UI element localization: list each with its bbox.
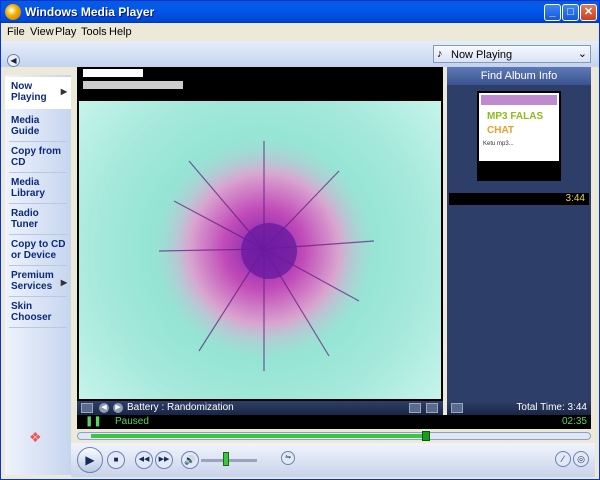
media-player-logo-icon [5,4,21,20]
album-art-line2: CHAT [487,125,515,136]
stop-button[interactable]: ■ [107,451,125,469]
windows-logo-icon: ❖ [29,429,42,445]
divider [9,296,67,297]
wmp-window: Windows Media Player _ □ ✕ File View Pla… [0,0,600,480]
volume-thumb[interactable] [223,452,229,466]
redacted-art-strip [477,163,561,181]
taskbar-media-library-label: Media Library [11,177,45,199]
divider [9,234,67,235]
seek-thumb[interactable] [422,431,430,441]
visualization-name: Battery : Randomization [127,402,234,413]
window-title: Windows Media Player [25,5,155,19]
volume-track[interactable] [201,459,257,462]
maximize-button[interactable]: □ [562,4,579,21]
close-button[interactable]: ✕ [580,4,597,21]
seek-fill [91,434,426,438]
features-taskbar: Now Playing ▶ Media Guide Copy from CD M… [5,75,71,475]
total-time: Total Time: 3:44 [516,402,587,413]
previous-track-button[interactable]: ◀◀ [135,451,153,469]
back-arrow-icon[interactable]: ◀ [7,54,20,67]
fullscreen-toggle-icon[interactable] [81,403,93,413]
album-art-line3: Ketu mp3... [483,141,514,147]
album-art: MP3 FALAS CHAT Ketu mp3... [477,91,561,163]
playlist-options-icon[interactable] [451,403,463,413]
menu-file[interactable]: File [7,26,25,38]
taskbar-premium-services[interactable]: Premium Services ▶ [5,268,71,298]
skin-mode-icon[interactable]: ◎ [573,451,589,467]
shuffle-icon[interactable]: ∕ [555,451,571,467]
minimize-button[interactable]: _ [544,4,561,21]
compact-mode-icon[interactable] [426,403,438,413]
previous-visualization-button[interactable]: ◀ [99,403,109,413]
menu-view[interactable]: View [30,26,54,38]
taskbar-radio-tuner[interactable]: Radio Tuner [5,206,71,236]
menu-play[interactable]: Play [55,26,76,38]
seek-bar[interactable] [77,431,591,441]
taskbar-skin-chooser-label: Skin Chooser [11,301,52,323]
taskbar-copy-to-cd-label: Copy to CD or Device [11,239,66,261]
graphic-equalizer-button[interactable]: ⇋ [281,451,295,465]
burst-visual [149,134,379,371]
visualization-canvas [79,101,441,399]
now-playing-select-label: Now Playing [451,49,513,61]
chevron-down-icon: ⌄ [577,48,587,60]
taskbar-copy-to-cd[interactable]: Copy to CD or Device [5,237,71,267]
taskbar-copy-from-cd[interactable]: Copy from CD [5,144,71,174]
now-playing-select[interactable]: ♪ Now Playing ⌄ [433,45,591,63]
redacted-title-block [83,81,183,89]
menu-bar: File View Play Tools Help [1,23,599,42]
taskbar-premium-services-label: Premium Services [11,270,54,292]
taskbar-media-guide[interactable]: Media Guide [5,113,71,143]
divider [9,203,67,204]
divider [9,172,67,173]
playback-state: Paused [115,416,149,427]
menu-help[interactable]: Help [109,26,132,38]
album-art-line1: MP3 FALAS [487,111,544,122]
visualization-bar: ◀ ▶ Battery : Randomization [77,401,443,415]
menu-tools[interactable]: Tools [81,26,107,38]
pause-indicator-icon: ❚❚ [85,416,102,427]
taskbar-skin-chooser[interactable]: Skin Chooser [5,299,71,329]
visualization-area[interactable] [77,67,443,401]
redacted-title-block [83,69,143,77]
status-bar: ❚❚ Paused 02:35 [77,415,591,429]
next-visualization-button[interactable]: ▶ [113,403,123,413]
playlist-row[interactable]: 3:44 [449,193,589,205]
full-mode-icon[interactable] [409,403,421,413]
chevron-right-icon: ▶ [60,278,67,287]
playlist-row-time: 3:44 [565,193,585,204]
taskbar-media-guide-label: Media Guide [11,115,40,137]
right-pane: Find Album Info MP3 FALAS CHAT Ketu mp3.… [447,67,591,415]
play-button[interactable]: ▶ [77,447,103,473]
taskbar-now-playing[interactable]: Now Playing ▶ [5,77,71,109]
mute-button[interactable]: 🔊 [181,451,199,469]
divider [9,327,67,328]
transport-controls: ▶ ■ ◀◀ ▶▶ 🔊 ⇋ ∕ ◎ [71,443,595,477]
chevron-right-icon: ▶ [60,87,67,96]
taskbar-radio-tuner-label: Radio Tuner [11,208,39,230]
divider [9,141,67,142]
taskbar-now-playing-label: Now Playing [11,81,47,103]
top-toolbar: ◀ ♪ Now Playing ⌄ [1,41,599,67]
album-art-banner [481,95,557,105]
taskbar-copy-from-cd-label: Copy from CD [11,146,61,168]
taskbar-media-library[interactable]: Media Library [5,175,71,205]
total-time-bar: Total Time: 3:44 [447,401,591,415]
music-note-icon: ♪ [437,48,443,60]
title-bar[interactable]: Windows Media Player _ □ ✕ [1,1,599,23]
next-track-button[interactable]: ▶▶ [155,451,173,469]
divider [9,265,67,266]
find-album-info-button[interactable]: Find Album Info [447,67,591,85]
elapsed-time: 02:35 [561,416,587,427]
